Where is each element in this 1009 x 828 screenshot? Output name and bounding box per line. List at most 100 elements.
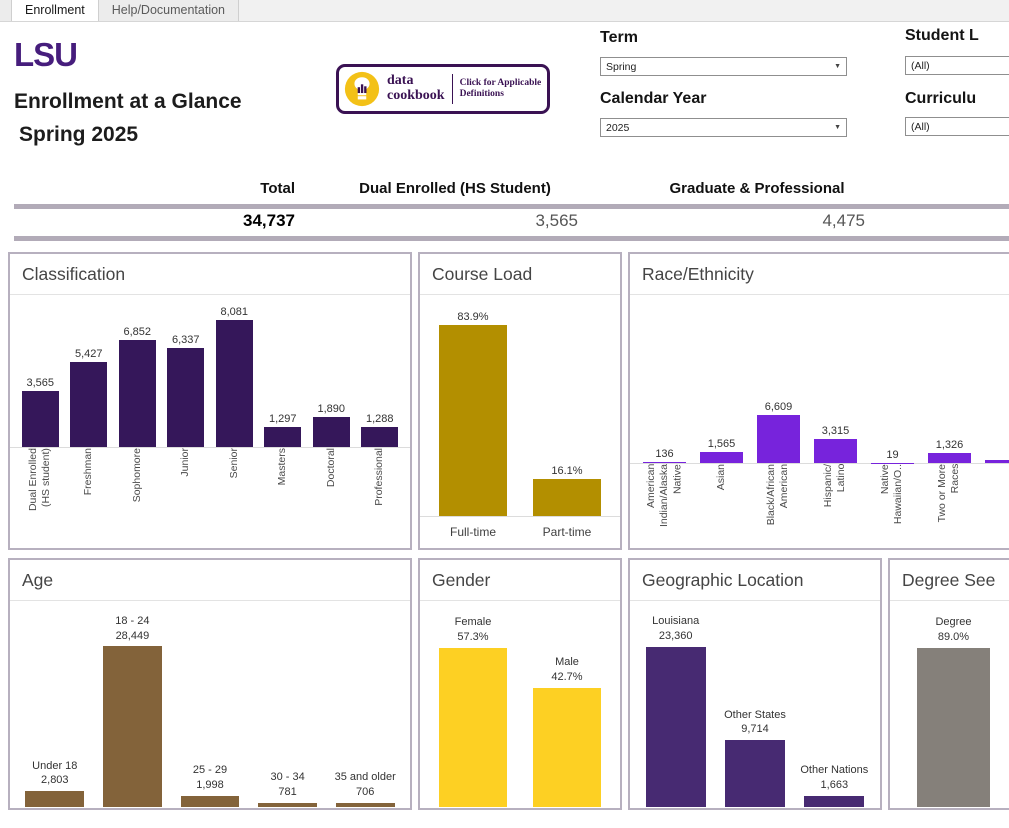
- bar-column: 136: [636, 295, 693, 463]
- chart-gender: Female 57.3%Male 42.7%: [420, 601, 620, 807]
- bar-18---24[interactable]: [103, 646, 162, 807]
- summary-total-value: 34,737: [145, 211, 295, 231]
- filter-term-value: Spring: [606, 61, 636, 73]
- chart-title: Race/Ethnicity: [630, 254, 1009, 295]
- bar-category-label: Senior: [228, 448, 241, 478]
- bar-asian[interactable]: [700, 452, 743, 463]
- bar-label: Other States 9,714: [724, 708, 786, 738]
- bar-female[interactable]: [439, 648, 508, 808]
- bar-35-and-older[interactable]: [336, 803, 395, 807]
- bar-degree[interactable]: [917, 648, 990, 807]
- bar-25---29[interactable]: [181, 796, 240, 807]
- bar-column: 8,081: [210, 295, 259, 447]
- bar-label: 30 - 34 781: [270, 770, 304, 800]
- summary-grad-professional-value: 4,475: [715, 211, 865, 231]
- category-axis: American Indian/Alaska NativeAsianBlack/…: [630, 464, 1009, 547]
- chevron-down-icon: ▼: [834, 63, 841, 70]
- plot-area: Female 57.3%Male 42.7%: [420, 601, 620, 807]
- bar-doctoral[interactable]: [313, 417, 350, 447]
- bar-column: 16.1%: [520, 295, 614, 516]
- bar-under-18[interactable]: [25, 791, 84, 807]
- filter-curriculum-value: (All): [911, 121, 930, 133]
- cookbook-wordmark: data cookbook: [387, 74, 445, 103]
- bar-black/african-american[interactable]: [757, 415, 800, 463]
- tab-stub: [0, 0, 12, 21]
- category-label-cell: Hispanic/ Latino: [807, 464, 864, 547]
- bar-other-nations[interactable]: [804, 796, 864, 807]
- bar-value-label: 6,609: [765, 401, 793, 413]
- filter-term-dropdown[interactable]: Spring ▼: [600, 57, 847, 76]
- bar-category-label: Doctoral: [325, 448, 338, 487]
- dashboard-subtitle: Spring 2025: [19, 123, 138, 147]
- bar-professional[interactable]: [361, 427, 398, 447]
- bar-column: 30 - 34 781: [249, 601, 327, 807]
- bar-column: Degree 89.0%: [902, 601, 1005, 807]
- filter-calendar-year-dropdown[interactable]: 2025 ▼: [600, 118, 847, 137]
- bar-american-indian/alaska-native[interactable]: [643, 462, 686, 463]
- category-label-cell: Sophomore: [113, 448, 162, 549]
- plot-area: Under 18 2,80318 - 24 28,44925 - 29 1,99…: [10, 601, 410, 807]
- bar-louisiana[interactable]: [646, 647, 706, 807]
- card-race-ethnicity: Race/Ethnicity 1361,5656,6093,315191,326…: [628, 252, 1009, 550]
- category-label-cell: Dual Enrolled (HS student): [16, 448, 65, 549]
- bar-category-label: Junior: [179, 448, 192, 477]
- card-age: Age Under 18 2,80318 - 24 28,44925 - 29 …: [8, 558, 412, 810]
- bar-masters[interactable]: [264, 427, 301, 447]
- cookbook-definitions-note: Click for Applicable Definitions: [460, 78, 542, 101]
- category-label-cell: Masters: [259, 448, 308, 549]
- bar-label: 35 and older 706: [335, 770, 396, 800]
- bar-value-label: 19: [886, 449, 898, 461]
- summary-dual-enrolled-label: Dual Enrolled (HS Student): [340, 180, 570, 197]
- bar-other-states[interactable]: [725, 740, 785, 807]
- bar-30---34[interactable]: [258, 803, 317, 807]
- chart-title: Gender: [420, 560, 620, 601]
- chart-degree-seeking: Degree 89.0%: [890, 601, 1009, 807]
- bar-dual-enrolled-(hs-student)[interactable]: [22, 391, 59, 447]
- category-axis: Dual Enrolled (HS student)FreshmanSophom…: [10, 448, 410, 549]
- lsu-logo: LSU: [14, 36, 77, 74]
- bar-column: 1,890: [307, 295, 356, 447]
- bar-category-label: Dual Enrolled (HS student): [27, 448, 53, 511]
- bar-freshman[interactable]: [70, 362, 107, 447]
- category-label-cell: Full-time: [426, 517, 520, 549]
- bar-column: 35 and older 706: [326, 601, 404, 807]
- bar-column: 1,297: [259, 295, 308, 447]
- bar-value-label: 6,852: [123, 326, 151, 338]
- bar-male[interactable]: [533, 688, 602, 807]
- bar-column: 6,852: [113, 295, 162, 447]
- bar-value-label: 5,427: [75, 348, 103, 360]
- filter-curriculum-dropdown[interactable]: (All): [905, 117, 1009, 136]
- plot-area: Louisiana 23,360Other States 9,714Other …: [630, 601, 880, 807]
- bar-category-label: Asian: [715, 464, 728, 490]
- data-cookbook-badge[interactable]: data cookbook Click for Applicable Defin…: [336, 64, 550, 114]
- summary-grad-professional-label: Graduate & Professional: [642, 180, 872, 197]
- bar-column: Male 42.7%: [520, 601, 614, 807]
- bar-hispanic/-latino[interactable]: [814, 439, 857, 463]
- bar-two-or-more-races[interactable]: [928, 453, 971, 463]
- bar-column: 1,326: [921, 295, 978, 463]
- dashboard-title: Enrollment at a Glance: [14, 90, 242, 114]
- chart-classification: 3,5655,4276,8526,3378,0811,2971,8901,288…: [10, 295, 410, 549]
- chart-title: Age: [10, 560, 410, 601]
- bar-senior[interactable]: [216, 320, 253, 447]
- bar-category-label: Two or More Races: [936, 464, 962, 522]
- tab-help-documentation[interactable]: Help/Documentation: [99, 0, 239, 21]
- chart-race-ethnicity: 1361,5656,6093,315191,326 American India…: [630, 295, 1009, 547]
- category-label-cell: Asian: [693, 464, 750, 547]
- bar-column: 3,565: [16, 295, 65, 447]
- bar-cutoff[interactable]: [985, 460, 1009, 463]
- category-label-cell: American Indian/Alaska Native: [636, 464, 693, 547]
- tab-enrollment[interactable]: Enrollment: [12, 0, 99, 21]
- summary-dual-enrolled-value: 3,565: [428, 211, 578, 231]
- plot-area: 1361,5656,6093,315191,326: [630, 295, 1009, 464]
- chart-title: Classification: [10, 254, 410, 295]
- bar-column: 19: [864, 295, 921, 463]
- bar-full-time[interactable]: [439, 325, 508, 516]
- bar-sophomore[interactable]: [119, 340, 156, 447]
- bar-column: 83.9%: [426, 295, 520, 516]
- summary-total-label: Total: [145, 180, 295, 197]
- bar-part-time[interactable]: [533, 479, 602, 516]
- bar-column: Louisiana 23,360: [636, 601, 715, 807]
- filter-student-level-dropdown[interactable]: (All): [905, 56, 1009, 75]
- bar-junior[interactable]: [167, 348, 204, 447]
